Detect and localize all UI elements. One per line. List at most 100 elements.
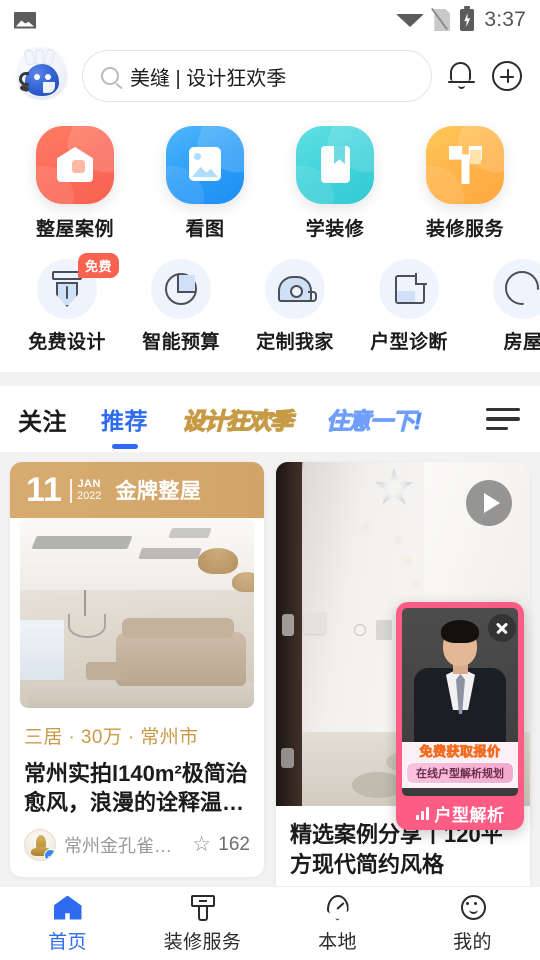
header-title: 金牌整屋 bbox=[115, 480, 202, 503]
nav-label: 装修服务 bbox=[163, 931, 242, 953]
card-footer: 常州金孔雀… ☆ 162 bbox=[10, 817, 264, 877]
tape-measure-icon bbox=[265, 259, 325, 319]
quick-entry-label: 整屋案例 bbox=[35, 219, 114, 240]
feed-card-case[interactable]: 11 JAN 2022 金牌整屋 三居 · 30万 · 常州市 常州实拍l140… bbox=[10, 462, 264, 878]
ad-footer[interactable]: 户型解析 bbox=[402, 796, 518, 830]
logo-mouth bbox=[43, 82, 55, 93]
add-button[interactable] bbox=[490, 59, 524, 93]
quick-entry-xuezhuangxiu[interactable]: 学装修 bbox=[270, 126, 400, 241]
tab-active-indicator bbox=[111, 444, 138, 449]
star-icon: ☆ bbox=[192, 832, 212, 856]
quick-entry-label: 免费设计 bbox=[28, 332, 106, 353]
logo-eye bbox=[45, 74, 51, 80]
like-count: 162 bbox=[218, 834, 250, 856]
tab-zhuyiyixia[interactable]: 住意一下! bbox=[326, 402, 423, 436]
feed-column-left: 11 JAN 2022 金牌整屋 三居 · 30万 · 常州市 常州实拍l140… bbox=[10, 462, 264, 897]
card-title: 常州实拍l140m²极简治愈风，浪漫的诠释温… bbox=[24, 761, 248, 816]
tab-tuijian[interactable]: 推荐 bbox=[101, 402, 148, 449]
quick-entry-mianfeisheji[interactable]: 免费 免费设计 bbox=[10, 253, 124, 354]
like-counter[interactable]: ☆ 162 bbox=[192, 834, 250, 856]
bottom-navigation: 首页 装修服务 本地 我的 bbox=[0, 886, 540, 960]
tab-guanzhu[interactable]: 关注 bbox=[18, 402, 67, 437]
house-icon bbox=[36, 126, 114, 204]
status-bar-clock: 3:37 bbox=[484, 8, 526, 31]
tab-shejikuanhuanji[interactable]: 设计狂欢季 bbox=[181, 402, 293, 436]
quick-entry-huxingzhenduan[interactable]: 户型诊断 bbox=[352, 259, 466, 354]
status-bar-left bbox=[14, 11, 36, 29]
all-channels-button[interactable] bbox=[486, 406, 522, 432]
nav-item-local[interactable]: 本地 bbox=[270, 887, 405, 960]
header-date: JAN 2022 bbox=[69, 479, 102, 503]
close-icon[interactable] bbox=[488, 614, 516, 642]
app-header: 美缝 | 设计狂欢季 bbox=[0, 40, 540, 118]
bell-icon bbox=[448, 62, 475, 83]
nav-item-profile[interactable]: 我的 bbox=[405, 887, 540, 960]
ad-headline: 免费获取报价 bbox=[419, 744, 501, 760]
robot-assistant-logo[interactable] bbox=[14, 48, 70, 104]
ad-footer-label: 户型解析 bbox=[434, 805, 505, 825]
tab-label: 推荐 bbox=[101, 408, 148, 434]
quick-entry-zhengwuanli[interactable]: 整屋案例 bbox=[10, 126, 140, 241]
floating-ad[interactable]: 免费获取报价 在线户型解析规划 户型解析 bbox=[396, 602, 524, 830]
tab-label: 关注 bbox=[18, 408, 67, 436]
pie-chart-icon bbox=[151, 259, 211, 319]
headset-icon bbox=[19, 72, 29, 86]
status-bar: 3:37 bbox=[0, 0, 540, 40]
feed-tab-bar: 关注 推荐 设计狂欢季 住意一下! bbox=[0, 386, 540, 452]
quick-entry-fangwu[interactable]: 房屋 bbox=[466, 259, 540, 354]
verified-badge-icon bbox=[44, 849, 55, 861]
quick-entry-label: 装修服务 bbox=[425, 219, 504, 240]
menu-line-icon bbox=[486, 417, 520, 421]
nav-item-home[interactable]: 首页 bbox=[0, 887, 135, 960]
tab-label: 设计狂欢季 bbox=[181, 407, 293, 434]
quick-entry-row-secondary: 免费 免费设计 智能预算 定制我家 户型诊断 房屋 bbox=[0, 241, 540, 354]
menu-line-icon bbox=[486, 426, 508, 431]
quick-entry-label: 定制我家 bbox=[256, 332, 334, 353]
quick-entry-kantu[interactable]: 看图 bbox=[140, 126, 270, 241]
battery-charging-icon bbox=[460, 6, 475, 31]
play-icon[interactable] bbox=[466, 480, 512, 526]
logo-face bbox=[25, 64, 59, 96]
search-input-value: 美缝 | 设计狂欢季 bbox=[130, 67, 287, 90]
quick-entry-grid: 整屋案例 看图 学装修 装修服务 免费 免费设计 智能预算 定制我家 户型诊断 … bbox=[0, 118, 540, 372]
nav-label: 首页 bbox=[48, 931, 87, 953]
image-icon bbox=[166, 126, 244, 204]
nav-item-services[interactable]: 装修服务 bbox=[135, 887, 270, 960]
ad-caption: 免费获取报价 在线户型解析规划 bbox=[402, 742, 518, 788]
free-badge: 免费 bbox=[77, 253, 119, 278]
location-pin-icon bbox=[323, 894, 353, 922]
quick-entry-label: 看图 bbox=[185, 219, 225, 240]
plus-circle-icon bbox=[492, 61, 522, 91]
avatar[interactable] bbox=[24, 829, 56, 862]
section-divider bbox=[0, 372, 540, 386]
no-sim-icon bbox=[434, 9, 450, 31]
quick-entry-zhinengyusuan[interactable]: 智能预算 bbox=[124, 259, 238, 354]
logo-eye bbox=[34, 74, 40, 80]
ad-subline: 在线户型解析规划 bbox=[406, 762, 514, 784]
card-photo[interactable] bbox=[20, 518, 254, 708]
card-gold-header: 11 JAN 2022 金牌整屋 bbox=[10, 462, 264, 518]
nav-label: 我的 bbox=[453, 931, 492, 953]
card-meta: 三居 · 30万 · 常州市 bbox=[24, 727, 199, 748]
notification-button[interactable] bbox=[444, 59, 478, 93]
floorplan-icon bbox=[379, 259, 439, 319]
status-bar-right: 3:37 bbox=[396, 6, 526, 32]
quick-entry-label: 房屋 bbox=[503, 332, 540, 353]
menu-line-icon bbox=[486, 407, 520, 412]
quick-entry-dingzhiwojia[interactable]: 定制我家 bbox=[238, 259, 352, 354]
book-bookmark-icon bbox=[296, 126, 374, 204]
search-icon bbox=[101, 67, 119, 85]
bars-icon bbox=[415, 806, 429, 820]
wrench-tool-icon bbox=[426, 126, 504, 204]
photo-icon bbox=[14, 11, 36, 29]
pen-nib-icon: 免费 bbox=[37, 253, 119, 319]
quick-entry-label: 学装修 bbox=[305, 219, 365, 240]
key-icon bbox=[493, 259, 540, 319]
quick-entry-zhuangxiufuwu[interactable]: 装修服务 bbox=[400, 126, 530, 241]
header-year: 2022 bbox=[76, 490, 102, 502]
search-input[interactable]: 美缝 | 设计狂欢季 bbox=[82, 50, 432, 102]
card-author[interactable]: 常州金孔雀… bbox=[64, 832, 172, 858]
tool-icon bbox=[188, 894, 218, 922]
bell-clapper-icon bbox=[458, 85, 465, 89]
nav-label: 本地 bbox=[318, 931, 357, 953]
